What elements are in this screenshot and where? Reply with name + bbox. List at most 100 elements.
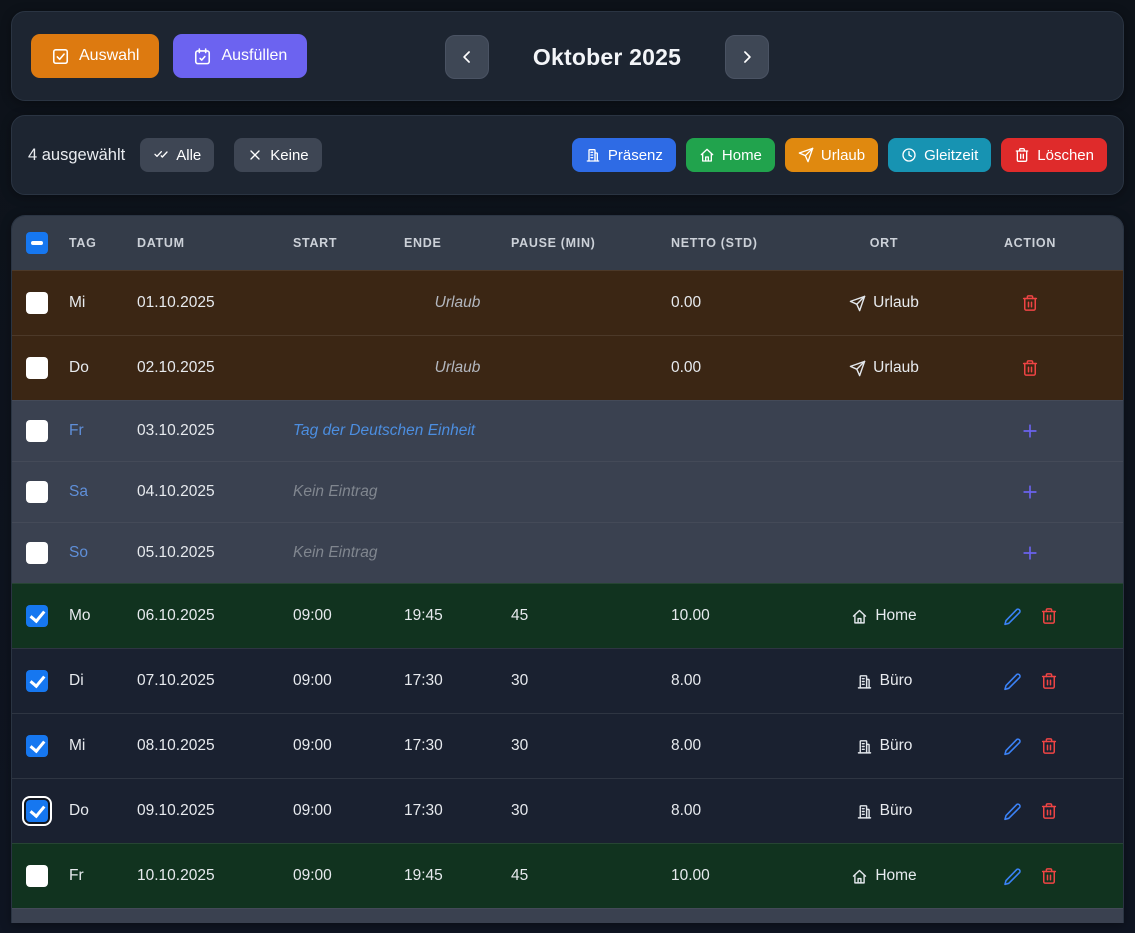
pause-cell: 45 — [511, 607, 671, 625]
gleitzeit-button[interactable]: Gleitzeit — [888, 138, 991, 172]
delete-icon[interactable] — [1040, 867, 1058, 885]
home-button[interactable]: Home — [686, 138, 775, 172]
row-checkbox[interactable] — [26, 800, 48, 822]
row-checkbox[interactable] — [26, 420, 48, 442]
day-cell: Do — [69, 359, 137, 377]
clock-icon — [901, 147, 917, 163]
ausfuellen-button[interactable]: Ausfüllen — [173, 34, 307, 78]
day-cell: Mo — [69, 607, 137, 625]
select-all-button[interactable]: Alle — [140, 138, 214, 172]
row-checkbox[interactable] — [26, 605, 48, 627]
action-cell — [937, 543, 1123, 563]
ort-cell: Büro — [831, 672, 937, 690]
header-ort: ORT — [831, 236, 937, 250]
checkbox-check-icon — [51, 47, 70, 66]
building-icon — [856, 738, 873, 755]
delete-icon[interactable] — [1040, 672, 1058, 690]
select-none-button[interactable]: Keine — [234, 138, 321, 172]
pause-cell: 30 — [511, 672, 671, 690]
header-ende: ENDE — [404, 236, 511, 250]
day-cell: So — [69, 544, 137, 562]
netto-cell: 10.00 — [671, 607, 831, 625]
pause-cell: 45 — [511, 867, 671, 885]
auswahl-label: Auswahl — [79, 47, 139, 65]
table-row: Sa 04.10.2025 Kein Eintrag — [12, 461, 1123, 522]
plane-icon — [798, 147, 814, 163]
previous-month-button[interactable] — [445, 35, 489, 79]
action-cell — [937, 294, 1123, 312]
building-icon — [856, 673, 873, 690]
delete-icon[interactable] — [1040, 802, 1058, 820]
select-none-label: Keine — [270, 147, 308, 164]
delete-icon[interactable] — [1021, 359, 1039, 377]
start-cell: 09:00 — [293, 867, 404, 885]
pause-cell: 30 — [511, 737, 671, 755]
day-cell: Mi — [69, 294, 137, 312]
row-checkbox[interactable] — [26, 481, 48, 503]
bulk-actions: Präsenz Home Urlaub Gleitzeit Löschen — [572, 138, 1107, 172]
day-cell: Fr — [69, 867, 137, 885]
next-row-partial — [12, 908, 1123, 923]
ort-label: Home — [875, 607, 916, 625]
select-all-label: Alle — [176, 147, 201, 164]
end-cell: 17:30 — [404, 802, 511, 820]
end-cell: 19:45 — [404, 607, 511, 625]
day-cell: Mi — [69, 737, 137, 755]
next-month-button[interactable] — [725, 35, 769, 79]
ort-cell: Büro — [831, 802, 937, 820]
edit-icon[interactable] — [1003, 607, 1022, 626]
date-cell: 02.10.2025 — [137, 359, 293, 377]
end-cell: 19:45 — [404, 867, 511, 885]
row-checkbox[interactable] — [26, 357, 48, 379]
day-cell: Sa — [69, 483, 137, 501]
selection-bar: 4 ausgewählt Alle Keine Präsenz Home Url… — [11, 115, 1124, 195]
delete-icon[interactable] — [1021, 294, 1039, 312]
special-cell: Kein Eintrag — [293, 483, 404, 501]
table-row: Mo 06.10.2025 09:00 19:45 45 10.00 Home — [12, 583, 1123, 648]
row-checkbox[interactable] — [26, 735, 48, 757]
loeschen-label: Löschen — [1037, 147, 1094, 164]
table-row: Do 09.10.2025 09:00 17:30 30 8.00 Büro — [12, 778, 1123, 843]
praesenz-label: Präsenz — [608, 147, 663, 164]
header-tag: TAG — [69, 236, 137, 250]
row-checkbox[interactable] — [26, 292, 48, 314]
add-icon[interactable] — [1020, 543, 1040, 563]
ort-label: Urlaub — [873, 359, 919, 377]
home-label: Home — [722, 147, 762, 164]
row-checkbox[interactable] — [26, 542, 48, 564]
selected-count: 4 ausgewählt — [28, 146, 125, 165]
row-checkbox[interactable] — [26, 865, 48, 887]
netto-cell: 0.00 — [671, 294, 831, 312]
month-navigation: Oktober 2025 — [445, 35, 769, 79]
edit-icon[interactable] — [1003, 867, 1022, 886]
action-cell — [937, 867, 1123, 886]
action-cell — [937, 802, 1123, 821]
select-all-checkbox[interactable] — [26, 232, 48, 254]
start-cell: 09:00 — [293, 737, 404, 755]
date-cell: 04.10.2025 — [137, 483, 293, 501]
edit-icon[interactable] — [1003, 737, 1022, 756]
delete-icon[interactable] — [1040, 737, 1058, 755]
add-icon[interactable] — [1020, 421, 1040, 441]
chevron-left-icon — [457, 47, 477, 67]
auswahl-button[interactable]: Auswahl — [31, 34, 159, 78]
praesenz-button[interactable]: Präsenz — [572, 138, 676, 172]
loeschen-button[interactable]: Löschen — [1001, 138, 1107, 172]
gleitzeit-label: Gleitzeit — [924, 147, 978, 164]
date-cell: 05.10.2025 — [137, 544, 293, 562]
ort-cell: Urlaub — [831, 294, 937, 312]
trash-icon — [1014, 147, 1030, 163]
ort-label: Büro — [880, 672, 913, 690]
table-row: Di 07.10.2025 09:00 17:30 30 8.00 Büro — [12, 648, 1123, 713]
edit-icon[interactable] — [1003, 802, 1022, 821]
edit-icon[interactable] — [1003, 672, 1022, 691]
netto-cell: 10.00 — [671, 867, 831, 885]
month-toolbar: Auswahl Ausfüllen Oktober 2025 — [11, 11, 1124, 101]
row-checkbox[interactable] — [26, 670, 48, 692]
add-icon[interactable] — [1020, 482, 1040, 502]
delete-icon[interactable] — [1040, 607, 1058, 625]
table-row: So 05.10.2025 Kein Eintrag — [12, 522, 1123, 583]
date-cell: 08.10.2025 — [137, 737, 293, 755]
header-netto: NETTO (STD) — [671, 236, 831, 250]
urlaub-button[interactable]: Urlaub — [785, 138, 878, 172]
